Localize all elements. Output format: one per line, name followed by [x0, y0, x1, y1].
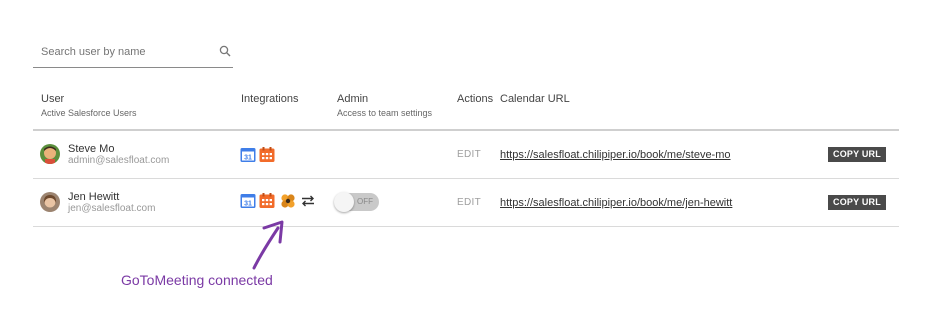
avatar: [40, 192, 60, 212]
row-divider: [33, 178, 899, 179]
calendar-url-link[interactable]: https://salesfloat.chilipiper.io/book/me…: [500, 149, 731, 161]
google-calendar-icon: 31: [240, 194, 256, 208]
sync-arrows-icon: [302, 195, 314, 207]
svg-text:31: 31: [244, 200, 252, 207]
annotation-label: GoToMeeting connected: [121, 272, 273, 288]
user-email: admin@salesfloat.com: [68, 155, 170, 166]
search-input[interactable]: [41, 44, 206, 60]
copy-url-button[interactable]: COPY URL: [828, 195, 886, 210]
column-header-actions: Actions: [457, 93, 494, 105]
column-header-calendar-url: Calendar URL: [500, 93, 570, 105]
search-bar: [33, 39, 233, 68]
user-name: Steve Mo: [68, 143, 115, 155]
header-divider: [33, 129, 899, 131]
office-calendar-icon: [259, 193, 275, 208]
avatar: [40, 144, 60, 164]
edit-button[interactable]: EDIT: [457, 149, 481, 160]
office-calendar-icon: [259, 147, 275, 162]
row-divider: [33, 226, 899, 227]
admin-toggle[interactable]: OFF: [334, 192, 379, 212]
google-calendar-icon: 31: [240, 148, 256, 162]
search-icon[interactable]: [219, 45, 231, 57]
user-email: jen@salesfloat.com: [68, 203, 156, 214]
toggle-state-label: OFF: [357, 197, 373, 206]
column-subheader-user: Active Salesforce Users: [41, 108, 137, 118]
toggle-knob: [334, 192, 354, 212]
column-header-integrations: Integrations: [241, 93, 299, 105]
annotation-arrow: [252, 220, 284, 270]
user-name: Jen Hewitt: [68, 191, 120, 203]
column-subheader-admin: Access to team settings: [337, 108, 433, 118]
gotomeeting-icon: [281, 194, 295, 208]
edit-button[interactable]: EDIT: [457, 197, 481, 208]
calendar-url-link[interactable]: https://salesfloat.chilipiper.io/book/me…: [500, 197, 732, 209]
column-header-user: User: [41, 93, 65, 105]
column-header-admin: Admin: [337, 93, 369, 105]
svg-text:31: 31: [244, 154, 252, 161]
copy-url-button[interactable]: COPY URL: [828, 147, 886, 162]
